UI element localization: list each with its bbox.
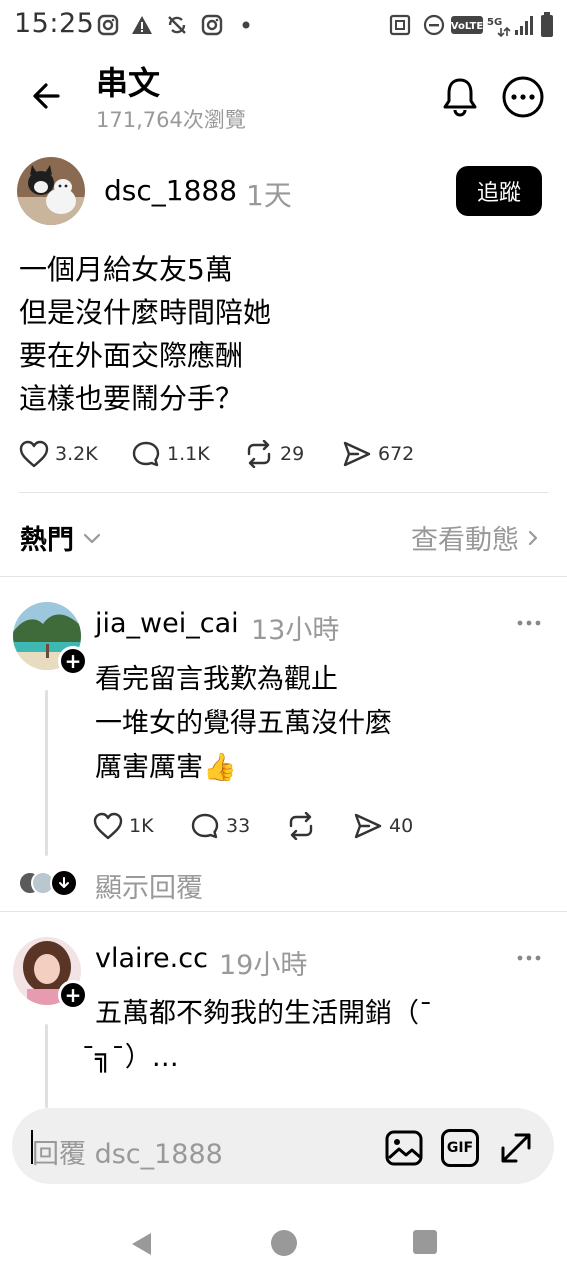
- post-line: 要在外面交際應酬: [19, 339, 244, 372]
- instagram-icon: [97, 14, 119, 36]
- send-icon: [343, 441, 371, 467]
- svg-text:VoLTE: VoLTE: [451, 21, 483, 32]
- thread-line: [45, 1024, 48, 1108]
- clock: 15:25: [14, 8, 95, 39]
- comment-button[interactable]: 1.1K: [131, 440, 210, 468]
- system-nav-bar: [0, 1206, 567, 1280]
- reply-author[interactable]: jia_wei_cai: [95, 608, 239, 639]
- nav-recents-icon[interactable]: [412, 1229, 438, 1255]
- post-line: 這樣也要鬧分手？: [19, 382, 244, 415]
- volte-icon: VoLTE: [451, 16, 483, 34]
- divider: [19, 492, 548, 493]
- comment-icon: [191, 813, 219, 839]
- follow-plus-icon[interactable]: +: [58, 980, 88, 1010]
- status-bar: 15:25 VoLTE 5G: [0, 0, 567, 52]
- page-title: 串文: [96, 64, 161, 102]
- signal-icon: [515, 16, 533, 35]
- comment-count: 1.1K: [167, 443, 210, 465]
- view-count: 171,764次瀏覽: [96, 108, 246, 132]
- reply-more-icon[interactable]: [516, 618, 542, 628]
- nfc-icon: [389, 14, 411, 36]
- dot-icon: [242, 21, 250, 29]
- share-button[interactable]: 672: [342, 440, 414, 468]
- instagram-icon: [201, 14, 223, 36]
- post-age: 1天: [246, 179, 292, 212]
- divider: [0, 576, 567, 577]
- do-not-disturb-icon: [423, 14, 445, 36]
- view-activity-link[interactable]: 查看動態: [411, 518, 541, 557]
- repost-icon: [247, 440, 271, 468]
- divider: [0, 911, 567, 912]
- send-icon: [354, 813, 382, 839]
- sort-label: 熱門: [20, 525, 74, 556]
- post-line: 但是沒什麼時間陪她: [19, 296, 272, 329]
- reply-body: 看完留言我歎為觀止 一堆女的覺得五萬沒什麼 厲害厲害👍: [95, 658, 392, 790]
- battery-icon: [541, 12, 553, 37]
- sync-off-icon: [168, 16, 186, 34]
- reply-input[interactable]: 回覆 dsc_1888: [32, 1132, 223, 1171]
- reply-like-count: 1K: [129, 815, 154, 837]
- reply-share-button[interactable]: 40: [353, 812, 413, 840]
- thread-line: [45, 690, 48, 856]
- gif-button[interactable]: GIF: [441, 1129, 479, 1167]
- comment-icon: [132, 441, 160, 467]
- reply-comment-button[interactable]: 33: [190, 812, 250, 840]
- post-body: 一個月給女友5萬 但是沒什麼時間陪她 要在外面交際應酬 這樣也要鬧分手？: [19, 248, 271, 420]
- reply-line: ̄╗¯）…: [95, 1042, 179, 1073]
- image-icon[interactable]: [385, 1130, 423, 1166]
- reply-like-button[interactable]: 1K: [93, 812, 154, 840]
- reply-line: 厲害厲害👍: [95, 752, 237, 783]
- nav-back-icon[interactable]: [128, 1230, 156, 1258]
- share-count: 672: [378, 443, 415, 465]
- reply-line: 五萬都不夠我的生活開銷（¯: [95, 998, 433, 1029]
- reply-line: 看完留言我歎為觀止: [95, 664, 338, 695]
- svg-text:5G: 5G: [487, 17, 502, 28]
- author-avatar[interactable]: [17, 157, 85, 225]
- reply-share-count: 40: [389, 815, 414, 837]
- reply-comment-count: 33: [226, 815, 251, 837]
- reply-line: 一堆女的覺得五萬沒什麼: [95, 708, 392, 739]
- activity-label: 查看動態: [411, 525, 519, 556]
- arrow-down-circle-icon: [50, 869, 78, 897]
- heart-icon: [93, 812, 123, 840]
- back-arrow-icon[interactable]: [24, 76, 70, 116]
- chevron-right-icon: [528, 530, 538, 545]
- repost-icon: [289, 812, 313, 840]
- dogs-photo-icon: [17, 157, 85, 225]
- repost-count: 29: [280, 443, 305, 465]
- expand-icon[interactable]: [498, 1130, 534, 1166]
- heart-icon: [19, 440, 49, 468]
- reply-body: 五萬都不夠我的生活開銷（¯ ̄╗¯）…: [95, 992, 433, 1080]
- post-line: 一個月給女友5萬: [19, 253, 233, 286]
- follow-plus-icon[interactable]: +: [58, 646, 88, 676]
- follow-button[interactable]: 追蹤: [456, 166, 542, 216]
- sort-dropdown[interactable]: 熱門: [20, 518, 104, 557]
- chevron-down-icon: [83, 533, 101, 543]
- like-count: 3.2K: [55, 443, 98, 465]
- more-options-icon[interactable]: [500, 74, 546, 120]
- show-replies-link[interactable]: 顯示回覆: [95, 866, 203, 905]
- reply-age: 13小時: [251, 615, 340, 646]
- nav-home-icon[interactable]: [269, 1228, 299, 1258]
- reply-more-icon[interactable]: [516, 953, 542, 963]
- 5g-icon: 5G: [487, 17, 511, 38]
- replier-avatars[interactable]: [18, 868, 78, 898]
- like-button[interactable]: 3.2K: [19, 440, 98, 468]
- reply-repost-button[interactable]: [286, 812, 322, 840]
- repost-button[interactable]: 29: [244, 440, 304, 468]
- post-author[interactable]: dsc_1888: [104, 174, 237, 207]
- warning-icon: [132, 16, 152, 34]
- reply-author[interactable]: vlaire.cc: [95, 943, 208, 974]
- bell-icon[interactable]: [438, 74, 482, 118]
- reply-age: 19小時: [219, 950, 308, 981]
